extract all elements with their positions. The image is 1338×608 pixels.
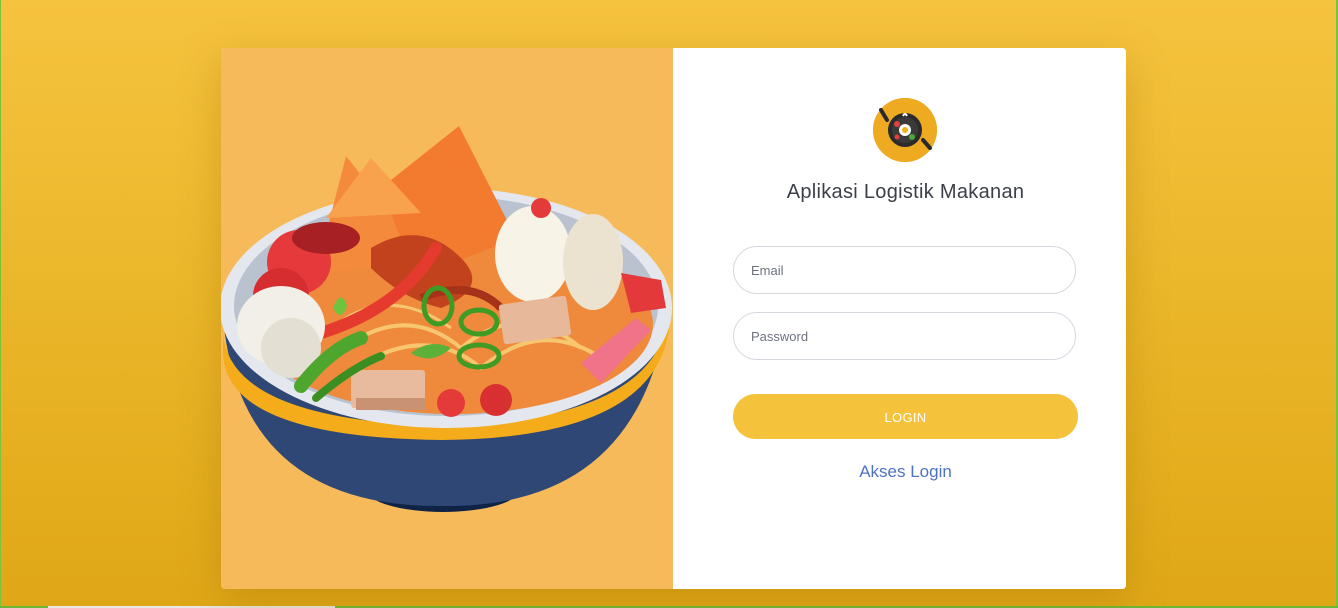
food-bowl-logo-icon [873, 98, 937, 162]
password-field[interactable] [733, 312, 1076, 360]
email-input[interactable] [751, 247, 1051, 293]
login-button[interactable]: LOGIN [733, 394, 1078, 439]
window-left-edge [0, 0, 1, 608]
password-input[interactable] [751, 313, 1051, 359]
app-title: Aplikasi Logistik Makanan [786, 181, 1025, 203]
akses-login-link[interactable]: Akses Login [673, 462, 1126, 482]
illustration-panel [221, 48, 673, 589]
noodle-soup-bowl-illustration [221, 126, 672, 512]
email-field[interactable] [733, 246, 1076, 294]
login-card: Aplikasi Logistik Makanan LOGIN Akses Lo… [221, 48, 1126, 589]
login-form-panel: Aplikasi Logistik Makanan LOGIN Akses Lo… [673, 48, 1126, 589]
